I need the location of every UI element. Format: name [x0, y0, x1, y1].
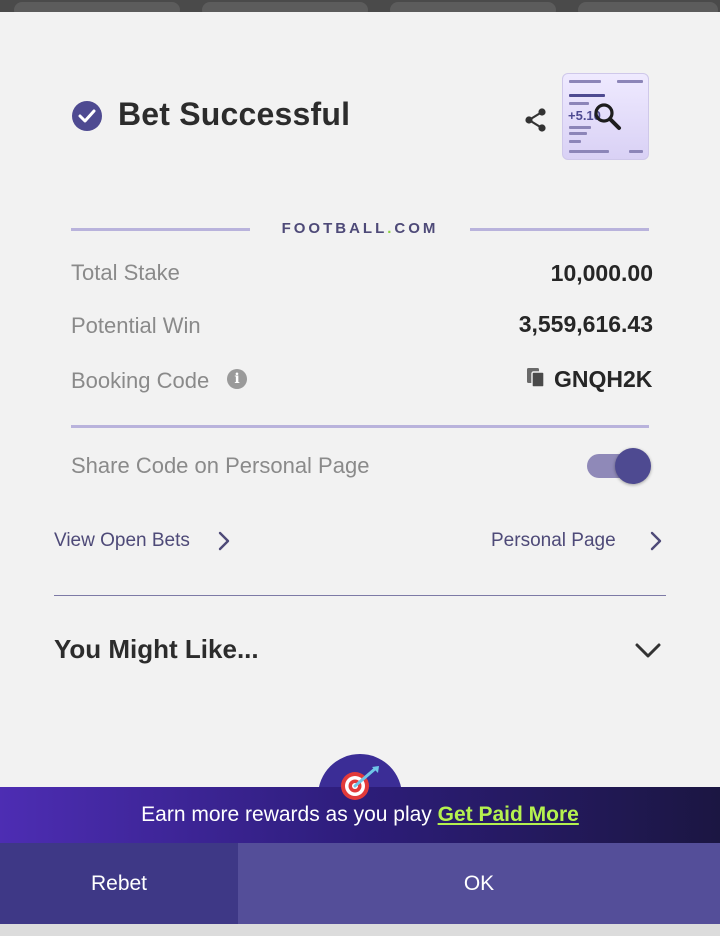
- divider-left: [71, 228, 250, 231]
- check-circle-icon: [72, 101, 102, 131]
- you-might-like-heading[interactable]: You Might Like...: [54, 634, 259, 665]
- section-divider: [71, 425, 649, 428]
- chevron-right-icon[interactable]: [217, 531, 231, 551]
- share-icon[interactable]: [523, 107, 549, 133]
- divider-right: [470, 228, 649, 231]
- info-icon[interactable]: i: [227, 369, 247, 389]
- personal-page-link[interactable]: Personal Page: [491, 530, 616, 552]
- bet-slip-preview-thumbnail[interactable]: +5.10: [562, 73, 649, 160]
- copy-icon[interactable]: [526, 367, 546, 389]
- brand-logo: FOOTBALL.COM: [281, 220, 439, 237]
- target-icon: [341, 766, 379, 800]
- chevron-down-icon[interactable]: [634, 641, 662, 661]
- preview-line: [569, 140, 581, 143]
- booking-code-label: Booking Code: [71, 368, 210, 393]
- promo-text: Earn more rewards as you play Get Paid M…: [141, 803, 579, 826]
- ok-button[interactable]: OK: [238, 843, 720, 924]
- view-open-bets-link[interactable]: View Open Bets: [54, 530, 190, 552]
- browser-top-strip: [0, 0, 720, 18]
- booking-code-value[interactable]: GNQH2K: [554, 366, 652, 393]
- get-paid-more-link[interactable]: Get Paid More: [438, 803, 579, 826]
- page-title: Bet Successful: [118, 96, 351, 132]
- preview-line: [569, 94, 605, 97]
- chevron-right-icon[interactable]: [649, 531, 663, 551]
- preview-line: [569, 132, 587, 135]
- total-stake-value: 10,000.00: [550, 260, 653, 286]
- rebet-button[interactable]: Rebet: [0, 843, 238, 924]
- preview-line: [629, 150, 643, 153]
- bottom-strip: [0, 924, 720, 936]
- preview-line: [569, 102, 589, 105]
- share-code-toggle-knob[interactable]: [615, 448, 651, 484]
- share-code-label: Share Code on Personal Page: [71, 453, 370, 478]
- preview-line: [569, 80, 601, 83]
- total-stake-label: Total Stake: [71, 260, 180, 285]
- preview-line: [569, 150, 609, 153]
- preview-line: [617, 80, 643, 83]
- magnifier-icon: [594, 103, 621, 130]
- preview-line: [569, 126, 591, 129]
- links-divider: [54, 595, 666, 596]
- potential-win-label: Potential Win: [71, 313, 201, 338]
- potential-win-value: 3,559,616.43: [518, 311, 653, 337]
